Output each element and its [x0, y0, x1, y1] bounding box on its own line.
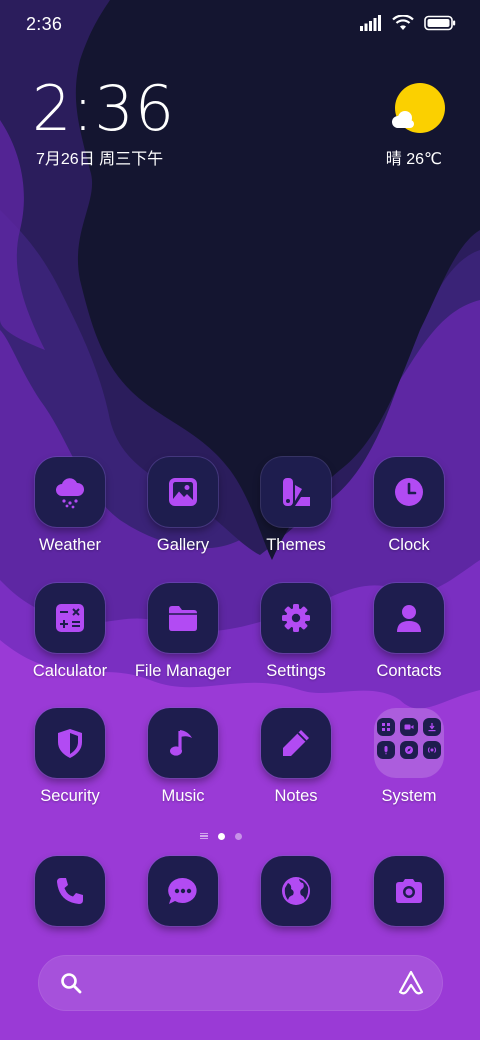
app-security[interactable]: Security: [10, 708, 130, 824]
app-gallery[interactable]: Gallery: [123, 457, 243, 573]
themes-icon[interactable]: [261, 457, 331, 527]
battery-icon: [424, 15, 456, 31]
pencil-icon[interactable]: [261, 708, 331, 778]
app-calculator[interactable]: Calculator: [10, 583, 130, 699]
search-bar[interactable]: [38, 955, 443, 1011]
status-bar: 2:36: [0, 0, 480, 50]
mic-mini-icon: [377, 741, 395, 759]
download-mini-icon: [423, 718, 441, 736]
browser-globe-icon[interactable]: [261, 856, 331, 926]
music-note-icon[interactable]: [148, 708, 218, 778]
app-label: Clock: [388, 536, 430, 554]
video-mini-icon: [400, 718, 418, 736]
app-label: Themes: [266, 536, 326, 554]
folder-icon[interactable]: [148, 583, 218, 653]
camera-icon[interactable]: [374, 856, 444, 926]
app-settings[interactable]: Settings: [236, 583, 356, 699]
app-label: Calculator: [32, 662, 108, 680]
weather-icon[interactable]: [35, 457, 105, 527]
gear-icon[interactable]: [261, 583, 331, 653]
shield-icon[interactable]: [35, 708, 105, 778]
app-label: Settings: [266, 662, 326, 680]
app-clock[interactable]: Clock: [349, 457, 469, 573]
status-icons: [360, 15, 456, 31]
app-label: Weather: [38, 536, 102, 554]
app-music[interactable]: Music: [123, 708, 243, 824]
wifi-icon: [392, 15, 414, 30]
gallery-icon[interactable]: [148, 457, 218, 527]
search-icon[interactable]: [59, 971, 83, 995]
app-label: Security: [40, 787, 100, 805]
folder-grid-icon[interactable]: [374, 708, 444, 778]
page-list-icon: [200, 832, 208, 840]
page-dot-active: [218, 832, 225, 840]
app-label: Music: [161, 787, 205, 805]
person-icon[interactable]: [374, 583, 444, 653]
clock-icon[interactable]: [374, 457, 444, 527]
weather-text: 晴 26℃: [385, 151, 442, 168]
clock-widget-time[interactable]: 2:36: [32, 76, 175, 142]
app-label: File Manager: [134, 662, 232, 680]
app-label: Contacts: [376, 662, 442, 680]
phone-icon[interactable]: [35, 856, 105, 926]
page-dot: [235, 832, 242, 840]
messages-icon[interactable]: [148, 856, 218, 926]
app-file-manager[interactable]: File Manager: [123, 583, 243, 699]
app-contacts[interactable]: Contacts: [349, 583, 469, 699]
app-system-folder[interactable]: System: [349, 708, 469, 824]
app-label: System: [381, 787, 437, 805]
compass-mini-icon: [400, 741, 418, 759]
clock-widget-date: 7月26日 周三下午: [36, 151, 164, 168]
sunny-cloud-icon[interactable]: [386, 82, 446, 142]
app-label: Gallery: [156, 536, 210, 554]
app-grid-mini-icon: [377, 718, 395, 736]
calculator-icon[interactable]: [35, 583, 105, 653]
page-indicator[interactable]: [200, 830, 246, 842]
app-weather[interactable]: Weather: [10, 457, 130, 573]
assistant-icon[interactable]: [397, 969, 425, 997]
radio-mini-icon: [423, 741, 441, 759]
app-label: Notes: [274, 787, 318, 805]
app-notes[interactable]: Notes: [236, 708, 356, 824]
signal-icon: [360, 15, 381, 31]
app-themes[interactable]: Themes: [236, 457, 356, 573]
status-time: 2:36: [26, 14, 63, 34]
